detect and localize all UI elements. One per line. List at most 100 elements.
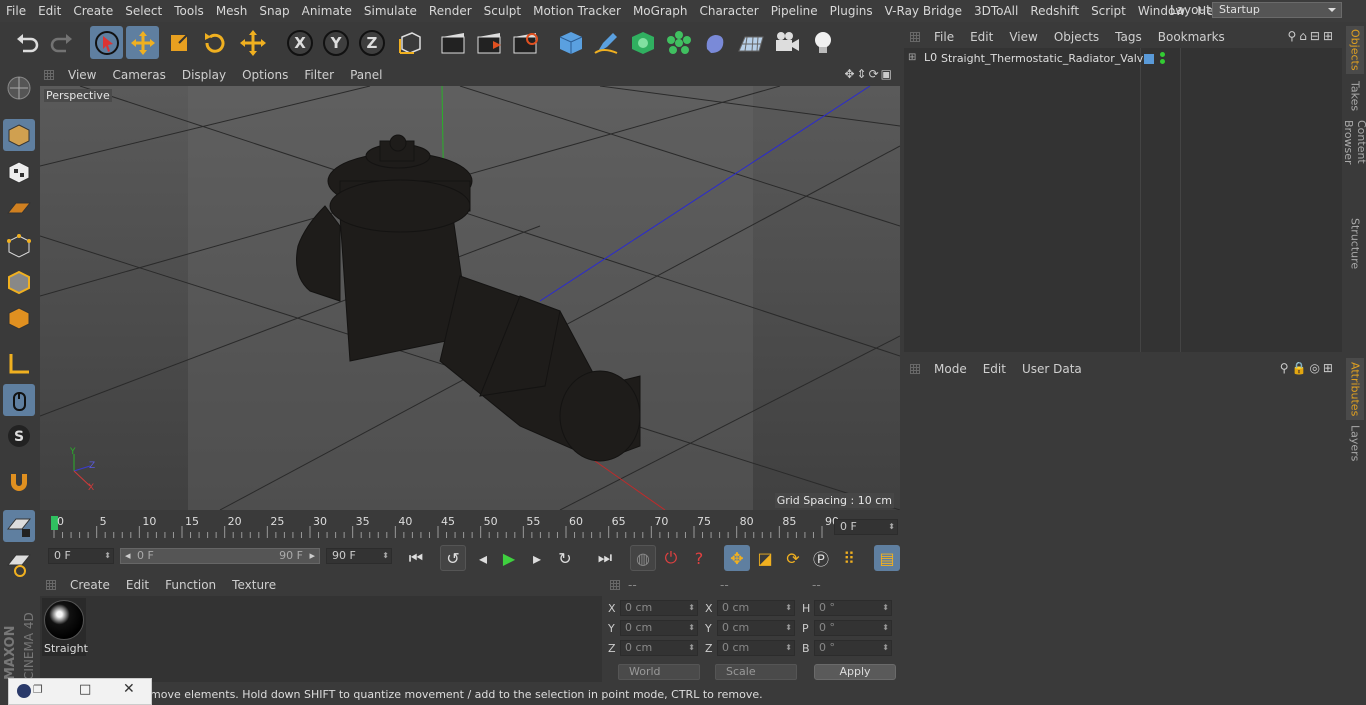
render-settings-icon[interactable] — [508, 26, 541, 59]
objects-menu-bookmarks[interactable]: Bookmarks — [1150, 30, 1233, 44]
object-row[interactable]: ⊞ L0 Straight_Thermostatic_Radiator_Valv… — [904, 50, 1342, 70]
live-selection-icon[interactable] — [90, 26, 123, 59]
material-menu-create[interactable]: Create — [62, 578, 118, 592]
solo-icon[interactable]: S — [3, 420, 35, 452]
tab-layers[interactable]: Layers — [1346, 424, 1364, 462]
size-z-field[interactable]: 0 cm — [717, 640, 795, 656]
object-grip-icon[interactable] — [910, 32, 920, 42]
light-icon[interactable] — [806, 26, 839, 59]
layout-select[interactable]: Startup — [1212, 2, 1342, 18]
menu-3dtoall[interactable]: 3DToAll — [968, 4, 1024, 18]
rot-h-field[interactable]: 0 ° — [814, 600, 892, 616]
size-y-field[interactable]: 0 cm — [717, 620, 795, 636]
tab-takes[interactable]: Takes — [1346, 78, 1364, 114]
model-mode-icon[interactable] — [3, 119, 35, 151]
render-visibility-dot[interactable] — [1160, 59, 1165, 64]
menu-pipeline[interactable]: Pipeline — [765, 4, 824, 18]
size-x-field[interactable]: 0 cm — [717, 600, 795, 616]
viewport-menu-cameras[interactable]: Cameras — [104, 68, 173, 82]
polygons-mode-icon[interactable] — [3, 302, 35, 334]
menu-create[interactable]: Create — [67, 4, 119, 18]
end-frame-field[interactable]: 90 F — [326, 548, 392, 564]
menu-simulate[interactable]: Simulate — [358, 4, 423, 18]
cube-icon[interactable] — [554, 26, 587, 59]
x-axis-icon[interactable]: X — [283, 26, 316, 59]
texture-mode-icon[interactable] — [3, 156, 35, 188]
objects-menu-objects[interactable]: Objects — [1046, 30, 1107, 44]
next-frame-icon[interactable]: ▸ — [524, 545, 550, 571]
tab-objects[interactable]: Objects — [1346, 26, 1364, 74]
objects-nav-icons[interactable]: ⚲⌂⊟⊞ — [1287, 29, 1336, 43]
render-picture-viewer-icon[interactable] — [472, 26, 505, 59]
next-keyframe-icon[interactable]: ↻ — [552, 545, 578, 571]
viewport-menu-panel[interactable]: Panel — [342, 68, 390, 82]
menu-render[interactable]: Render — [423, 4, 478, 18]
viewport-menu-options[interactable]: Options — [234, 68, 296, 82]
close-icon[interactable]: ✕ — [123, 681, 135, 697]
attribute-nav-icons[interactable]: ⚲🔒◎⊞ — [1280, 361, 1336, 375]
apply-button[interactable]: Apply — [814, 664, 896, 680]
viewport-nav-icons[interactable]: ✥⇕⟳▣ — [844, 67, 894, 81]
z-axis-icon[interactable]: Z — [355, 26, 388, 59]
attribute-grip-icon[interactable] — [910, 364, 920, 374]
key-parameter-icon[interactable]: Ⓟ — [808, 545, 834, 571]
pos-z-field[interactable]: 0 cm — [620, 640, 698, 656]
timeline-ruler[interactable]: 0 5 10 15 20 25 30 35 40 45 50 55 60 65 70 75 80 85 90 0 F — [40, 512, 900, 542]
record-active-icon[interactable]: ◍ — [630, 545, 656, 571]
menu-sculpt[interactable]: Sculpt — [478, 4, 527, 18]
workplane-lock-icon[interactable] — [3, 510, 35, 542]
menu-animate[interactable]: Animate — [296, 4, 358, 18]
menu-motion-tracker[interactable]: Motion Tracker — [527, 4, 627, 18]
go-to-start-icon[interactable]: ⏮ — [403, 545, 429, 571]
objects-menu-tags[interactable]: Tags — [1107, 30, 1150, 44]
camera-icon[interactable] — [770, 26, 803, 59]
menu-character[interactable]: Character — [693, 4, 764, 18]
objects-menu-edit[interactable]: Edit — [962, 30, 1001, 44]
maximize-icon[interactable]: □ — [79, 682, 91, 697]
pos-y-field[interactable]: 0 cm — [620, 620, 698, 636]
menu-select[interactable]: Select — [119, 4, 168, 18]
edges-mode-icon[interactable] — [3, 266, 35, 298]
objects-menu-view[interactable]: View — [1001, 30, 1045, 44]
points-mode-icon[interactable] — [3, 230, 35, 262]
menu-snap[interactable]: Snap — [253, 4, 295, 18]
viewport-grip-icon[interactable] — [44, 70, 54, 80]
objects-menu-file[interactable]: File — [926, 30, 962, 44]
editor-visibility-dot[interactable] — [1160, 52, 1165, 57]
workplane-icon[interactable] — [3, 192, 35, 224]
viewport-menu-view[interactable]: View — [60, 68, 104, 82]
rot-p-field[interactable]: 0 ° — [814, 620, 892, 636]
coordinates-grip-icon[interactable] — [610, 580, 620, 590]
key-scale-icon[interactable]: ◪ — [752, 545, 778, 571]
viewport-menu-display[interactable]: Display — [174, 68, 234, 82]
viewport-menu-filter[interactable]: Filter — [296, 68, 342, 82]
material-menu-texture[interactable]: Texture — [224, 578, 284, 592]
menu-redshift[interactable]: Redshift — [1024, 4, 1085, 18]
rotate-icon[interactable] — [198, 26, 231, 59]
menu-file[interactable]: File — [0, 4, 32, 18]
current-frame-field[interactable]: 0 F — [834, 519, 898, 535]
start-frame-field[interactable]: 0 F — [48, 548, 114, 564]
autokey-icon[interactable]: ⏻ — [658, 545, 684, 571]
redo-icon[interactable] — [45, 26, 78, 59]
axis-mode-icon[interactable] — [3, 348, 35, 380]
rot-b-field[interactable]: 0 ° — [814, 640, 892, 656]
render-view-icon[interactable] — [436, 26, 469, 59]
previous-keyframe-icon[interactable]: ↺ — [440, 545, 466, 571]
restore-icon[interactable]: ❐ — [33, 683, 43, 696]
snap-icon[interactable] — [3, 466, 35, 498]
transform-icon[interactable] — [236, 26, 269, 59]
material-swatch[interactable]: Straight — [42, 598, 88, 656]
menu-edit[interactable]: Edit — [32, 4, 67, 18]
scale-icon[interactable] — [162, 26, 195, 59]
tab-content-browser[interactable]: Content Browser — [1342, 120, 1366, 210]
previous-frame-icon[interactable]: ◂ — [470, 545, 496, 571]
pen-icon[interactable] — [590, 26, 623, 59]
menu-script[interactable]: Script — [1085, 4, 1132, 18]
undo-icon[interactable] — [10, 26, 43, 59]
y-axis-icon[interactable]: Y — [319, 26, 352, 59]
coordinate-mode-dropdown[interactable]: Scale — [715, 664, 797, 680]
range-right-arrow[interactable]: ▸ — [309, 549, 315, 563]
attr-menu-edit[interactable]: Edit — [975, 362, 1014, 376]
tab-structure[interactable]: Structure — [1346, 216, 1364, 272]
